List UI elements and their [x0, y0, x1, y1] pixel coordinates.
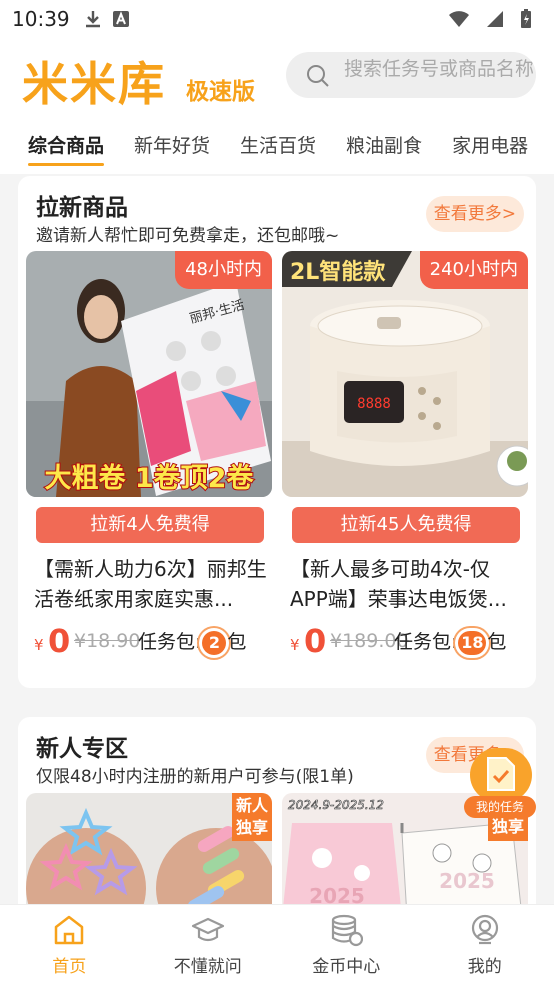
download-icon — [85, 11, 100, 28]
product-card[interactable]: 丽邦·生活 大粗卷 1卷顶2卷 48小时内 拉新4人免费得 【需新人助力6次】丽… — [26, 251, 272, 688]
view-more-button[interactable]: 查看更多> — [425, 196, 524, 232]
invite-free-button[interactable]: 拉新4人免费得 — [36, 507, 264, 543]
time-limit-tag: 48小时内 — [175, 251, 272, 289]
home-icon — [55, 915, 84, 945]
nav-label: 不懂就问 — [173, 957, 242, 977]
task-package-unit: 包 — [487, 631, 507, 653]
graduation-cap-icon — [191, 917, 224, 942]
status-bar: 10:39 — [0, 0, 554, 38]
newbie-zone-section: 新人专区 仅限48小时内注册的新用户可参与(限1单) 查看更多> 新人独享 20… — [18, 717, 536, 917]
price-row: ¥ 0 ¥189.00 任务包: 18 包 — [290, 622, 530, 662]
status-time: 10:39 — [12, 7, 70, 31]
product-image[interactable]: 丽邦·生活 大粗卷 1卷顶2卷 48小时内 — [26, 251, 272, 497]
product-card[interactable]: 新人独享 — [26, 793, 272, 917]
battery-icon — [521, 9, 531, 28]
section-subtitle: 邀请新人帮忙即可免费拿走，还包邮哦~ — [36, 226, 340, 246]
search-placeholder: 搜索任务号或商品名称 — [344, 58, 535, 80]
exclusive-badge: 新人独享 — [232, 793, 272, 841]
currency-symbol: ¥ — [290, 636, 300, 654]
app-logo: 米米库 — [22, 57, 166, 111]
tab-comprehensive[interactable]: 综合商品 — [28, 118, 105, 174]
bottom-navigation: 首页 不懂就问 金币中心 我的 — [0, 904, 554, 984]
image-caption: 大粗卷 1卷顶2卷 — [45, 463, 255, 494]
image-caption: 2024.9-2025.12 — [288, 798, 384, 812]
calendar-year-right: 2025 — [439, 869, 495, 893]
nav-mine[interactable]: 我的 — [416, 905, 554, 984]
nav-home[interactable]: 首页 — [0, 905, 139, 984]
task-package-label: 任务包: — [138, 631, 202, 653]
time-limit-tag: 240小时内 — [419, 251, 528, 289]
section-subtitle: 仅限48小时内注册的新用户可参与(限1单) — [36, 767, 354, 787]
category-tabs: 综合商品 新年好货 生活百货 粮油副食 家用电器 — [0, 118, 554, 174]
price: 0 — [48, 622, 71, 660]
product-image[interactable]: 2L智能款 8888 240小时内 — [282, 251, 528, 497]
image-caption: 2L智能款 — [290, 259, 386, 285]
task-document-icon — [487, 757, 515, 791]
nav-label: 我的 — [467, 957, 502, 977]
search-input[interactable]: 搜索任务号或商品名称 — [286, 52, 536, 98]
nav-ask[interactable]: 不懂就问 — [139, 905, 278, 984]
task-package-unit: 包 — [227, 631, 247, 653]
coin-stack-icon — [332, 914, 364, 947]
tab-daily-goods[interactable]: 生活百货 — [240, 118, 316, 174]
tab-appliances[interactable]: 家用电器 — [452, 118, 528, 174]
product-title[interactable]: 【需新人助力6次】丽邦生活卷纸家用家庭实惠... — [34, 554, 268, 614]
search-icon — [307, 65, 329, 87]
app-header: 米米库 极速版 搜索任务号或商品名称 — [0, 38, 554, 118]
invite-free-button[interactable]: 拉新45人免费得 — [292, 507, 520, 543]
my-tasks-float-button[interactable]: 我的任务 — [464, 746, 536, 818]
section-title: 拉新商品 — [36, 195, 128, 221]
task-package: 任务包: 2 包 — [138, 627, 246, 655]
tab-new-year[interactable]: 新年好货 — [134, 118, 210, 174]
nav-label: 首页 — [52, 957, 87, 977]
nav-coin-center[interactable]: 金币中心 — [277, 905, 416, 984]
task-package-count: 2 — [202, 631, 227, 655]
new-user-goods-section: 拉新商品 邀请新人帮忙即可免费拿走，还包邮哦~ 查看更多> 丽邦·生活 大粗卷 … — [18, 176, 536, 688]
currency-symbol: ¥ — [34, 636, 44, 654]
product-card[interactable]: 2L智能款 8888 240小时内 拉新45人免费得 【新人最多可助4次-仅AP… — [282, 251, 528, 688]
app-notification-icon — [112, 11, 129, 27]
nav-label: 金币中心 — [312, 957, 381, 977]
section-title: 新人专区 — [36, 736, 128, 762]
product-image[interactable]: 新人独享 — [26, 793, 272, 917]
app-logo-subtitle: 极速版 — [186, 79, 255, 105]
wifi-icon — [449, 11, 469, 27]
user-icon — [471, 914, 498, 945]
task-package-count: 18 — [458, 631, 487, 655]
signal-icon — [487, 11, 503, 27]
tab-grain-oil[interactable]: 粮油副食 — [346, 118, 422, 174]
my-tasks-label: 我的任务 — [464, 796, 536, 818]
price-row: ¥ 0 ¥18.90 任务包: 2 包 — [34, 622, 274, 662]
svg-text:8888: 8888 — [357, 396, 391, 412]
original-price: ¥18.90 — [74, 630, 141, 652]
task-package-label: 任务包: — [394, 631, 458, 653]
task-package: 任务包: 18 包 — [394, 627, 506, 655]
product-title[interactable]: 【新人最多可助4次-仅APP端】荣事达电饭煲... — [290, 554, 524, 614]
price: 0 — [304, 622, 327, 660]
